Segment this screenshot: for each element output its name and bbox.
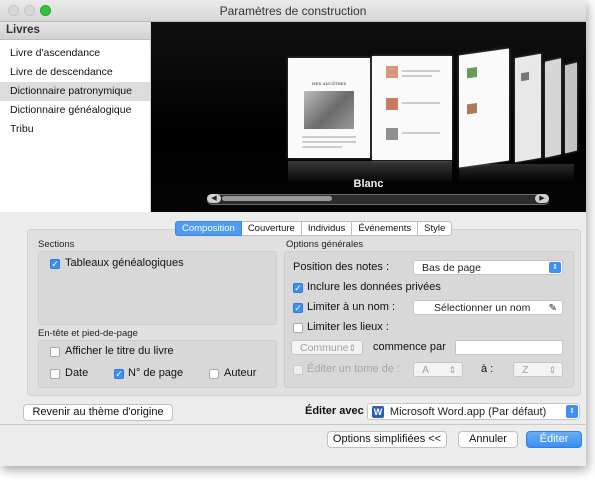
header-footer-label: En-tête et pied-de-page: [38, 328, 138, 339]
private-data-checkbox[interactable]: ✓: [293, 283, 303, 293]
chevron-updown-icon: ⇕: [548, 365, 556, 375]
edit-tome-checkbox[interactable]: [293, 365, 303, 375]
cancel-button[interactable]: Annuler: [458, 431, 518, 448]
carousel-scrollbar[interactable]: ◀ ▶: [207, 194, 549, 205]
commune-value: Commune: [300, 342, 349, 354]
sidebar-item-livre-ascendance[interactable]: Livre d'ascendance: [0, 44, 150, 63]
date-label: Date: [65, 367, 89, 379]
notes-position-select[interactable]: Bas de page ⇕: [413, 260, 563, 275]
chevron-updown-icon: ⇕: [448, 365, 456, 375]
limit-places-checkbox[interactable]: [293, 323, 303, 333]
sidebar-item-dictionnaire-patronymique[interactable]: Dictionnaire patronymique: [0, 82, 150, 101]
tableaux-label: Tableaux généalogiques: [65, 257, 184, 269]
simplified-options-button[interactable]: Options simplifiées <<: [327, 431, 447, 448]
general-options-box: Position des notes : Bas de page ⇕ ✓ Inc…: [284, 251, 574, 388]
author-label: Auteur: [224, 367, 257, 379]
theme-preview-carousel[interactable]: MES ANCÊTRES Blanc ◀ ▶: [151, 22, 586, 212]
page-number-label: N° de page: [128, 367, 184, 379]
tome-to-label: à :: [481, 363, 494, 375]
tab-composition[interactable]: Composition: [175, 221, 242, 236]
book-page-stack-2: [515, 53, 541, 163]
dialog-window: Paramètres de construction Livres Livre …: [0, 0, 586, 466]
edit-tome-label: Éditer un tome de :: [307, 363, 400, 375]
page-number-checkbox[interactable]: ✓: [114, 369, 124, 379]
show-title-label: Afficher le titre du livre: [65, 345, 174, 357]
general-options-label: Options générales: [286, 239, 364, 250]
reset-theme-button[interactable]: Revenir au thème d'origine: [23, 404, 173, 421]
word-app-select[interactable]: W Microsoft Word.app (Par défaut) ⇕: [367, 403, 580, 420]
sections-box: ✓ Tableaux généalogiques: [38, 251, 277, 325]
tome-from-value: A: [422, 364, 430, 376]
book-left-page: MES ANCÊTRES: [288, 58, 370, 158]
header-footer-box: Afficher le titre du livre Date ✓ N° de …: [38, 340, 277, 388]
theme-caption: Blanc: [353, 178, 384, 190]
sidebar-header: Livres: [0, 22, 150, 40]
scroll-thumb[interactable]: [222, 196, 332, 201]
tab-individus[interactable]: Individus: [301, 221, 353, 236]
scroll-left-icon[interactable]: ◀: [207, 194, 221, 203]
title-bar: Paramètres de construction: [0, 0, 586, 22]
tome-to-value: Z: [522, 364, 529, 376]
edit-with-label: Éditer avec :: [305, 405, 371, 417]
author-checkbox[interactable]: [209, 369, 219, 379]
chevron-updown-icon: ⇕: [549, 262, 561, 273]
book-page-stack-1: [459, 48, 509, 168]
book-page-stack-4: [565, 62, 577, 154]
show-title-checkbox[interactable]: [50, 347, 60, 357]
limit-name-label: Limiter à un nom :: [307, 301, 396, 313]
footer-separator: [0, 424, 586, 425]
tome-to-select[interactable]: Z ⇕: [513, 362, 563, 377]
notes-position-label: Position des notes :: [293, 261, 390, 273]
date-checkbox[interactable]: [50, 369, 60, 379]
book-heading: MES ANCÊTRES: [311, 81, 347, 86]
scroll-right-icon[interactable]: ▶: [535, 194, 549, 203]
commune-select[interactable]: Commune ⇕: [291, 340, 363, 355]
book-right-page: [372, 56, 452, 160]
sidebar-item-livre-descendance[interactable]: Livre de descendance: [0, 63, 150, 82]
private-data-label: Inclure les données privées: [307, 281, 441, 293]
couple-photo: [304, 91, 354, 129]
commence-par-input[interactable]: [455, 340, 563, 355]
tab-couverture[interactable]: Couverture: [241, 221, 302, 236]
tome-from-select[interactable]: A ⇕: [413, 362, 463, 377]
sections-label: Sections: [38, 239, 75, 250]
limit-name-checkbox[interactable]: ✓: [293, 303, 303, 313]
commence-par-label: commence par: [373, 341, 446, 353]
word-app-icon: W: [372, 406, 384, 419]
chevron-updown-icon: ⇕: [348, 343, 356, 353]
limit-places-label: Limiter les lieux :: [307, 321, 389, 333]
books-sidebar: Livres Livre d'ascendance Livre de desce…: [0, 22, 151, 212]
sidebar-item-dictionnaire-genealogique[interactable]: Dictionnaire généalogique: [0, 101, 150, 120]
pencil-icon: ✎: [548, 303, 557, 314]
tab-style[interactable]: Style: [418, 221, 453, 236]
chevron-updown-icon: ⇕: [566, 405, 578, 418]
book-page-stack-3: [545, 58, 561, 158]
tab-evenements[interactable]: Événements: [352, 221, 419, 236]
sidebar-item-tribu[interactable]: Tribu: [0, 120, 150, 139]
options-group: Sections ✓ Tableaux généalogiques En-têt…: [27, 229, 581, 396]
window-title: Paramètres de construction: [219, 4, 367, 18]
options-tabs: Composition Couverture Individus Événeme…: [175, 221, 453, 236]
select-name-label: Sélectionner un nom: [434, 302, 531, 314]
word-app-value: Microsoft Word.app (Par défaut): [389, 406, 547, 418]
tableaux-checkbox[interactable]: ✓: [50, 259, 60, 269]
notes-position-value: Bas de page: [422, 262, 481, 274]
select-name-button[interactable]: Sélectionner un nom ✎: [413, 300, 563, 315]
edit-button[interactable]: Éditer: [526, 431, 582, 448]
